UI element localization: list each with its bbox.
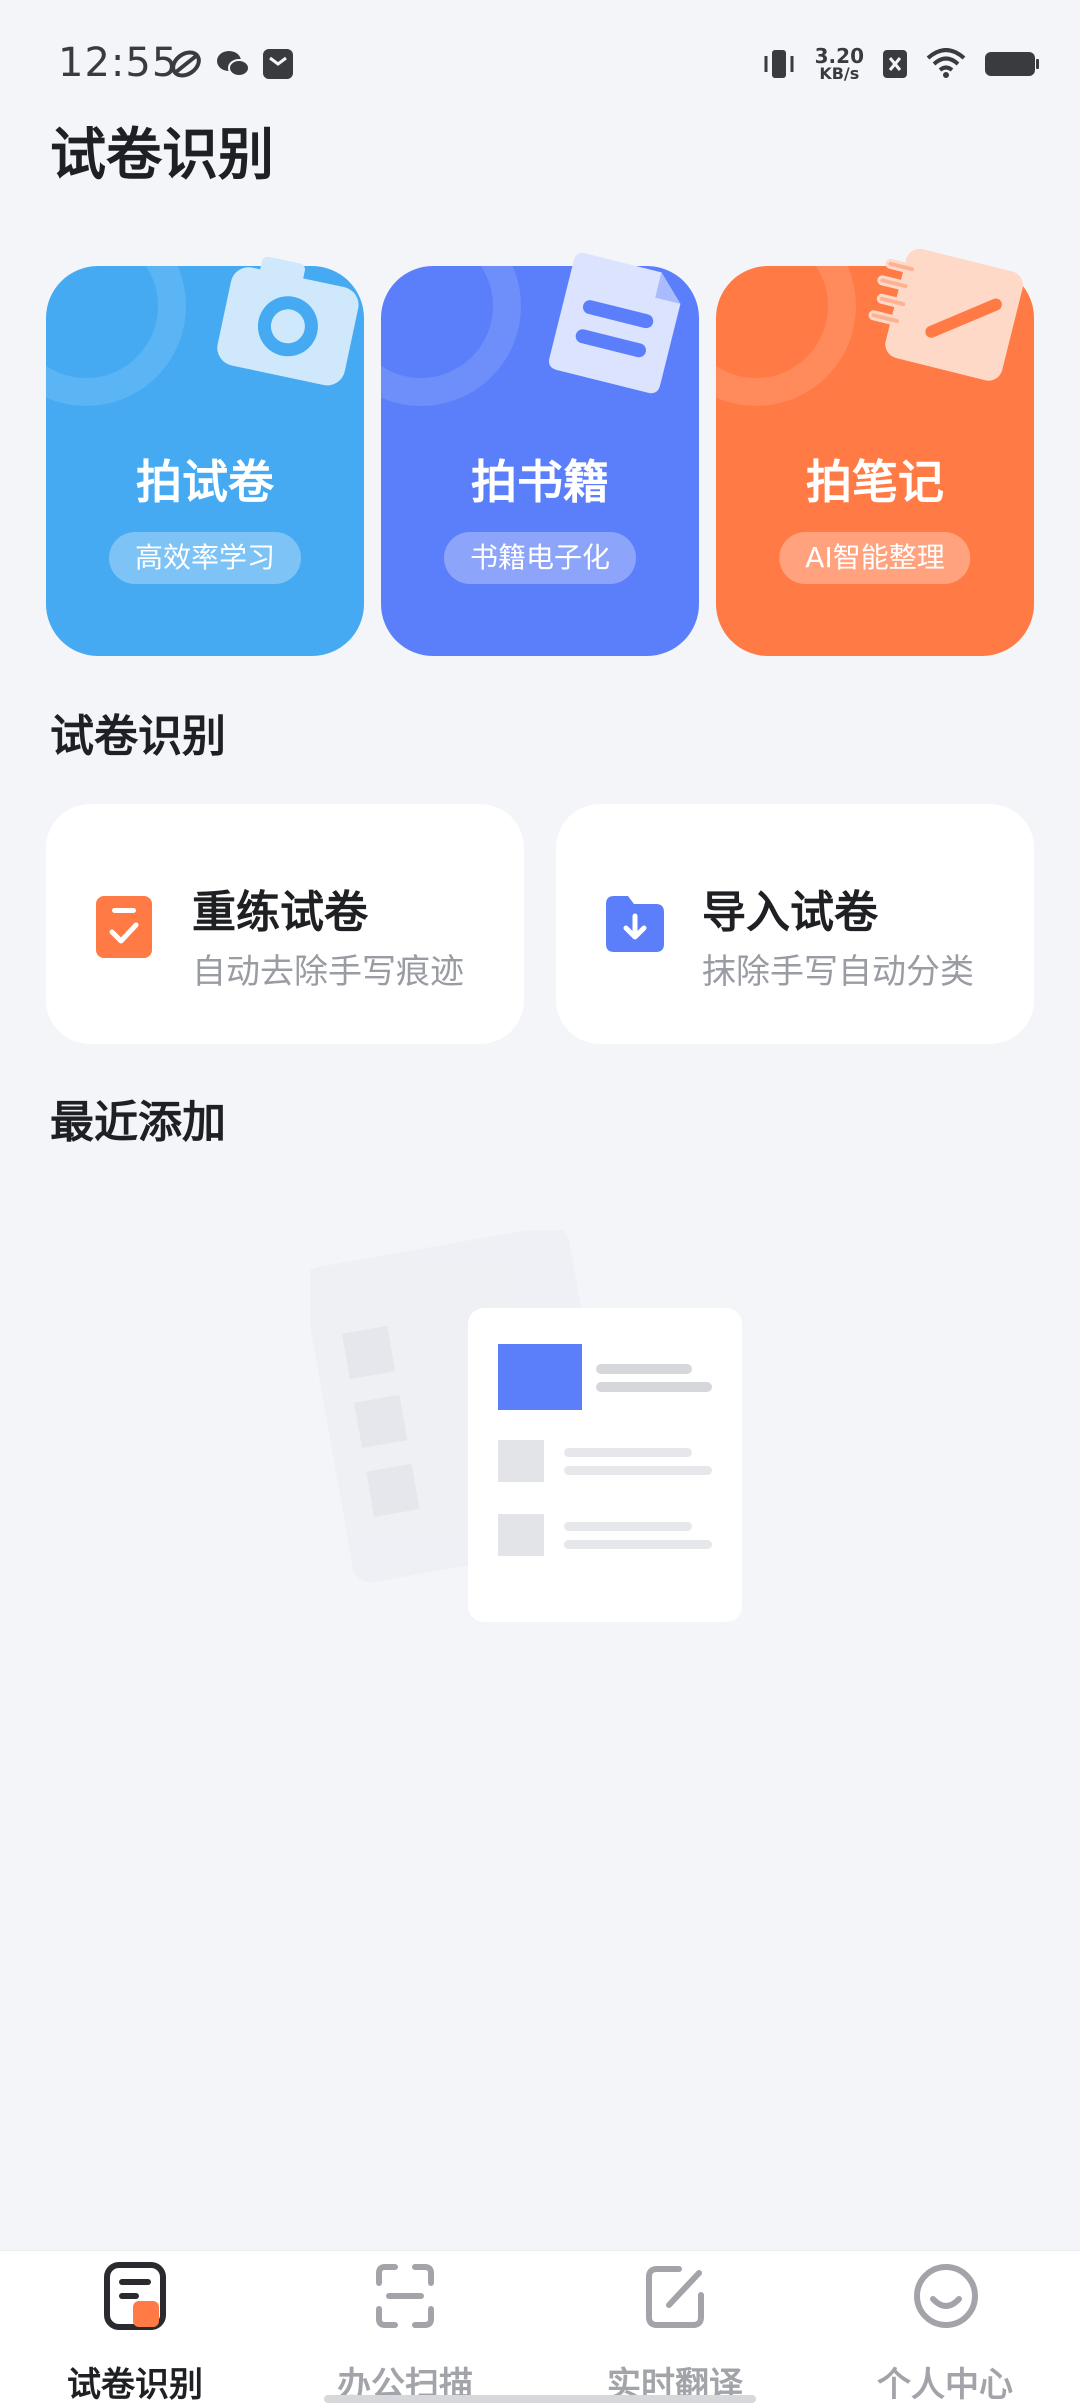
empty-state-illustration bbox=[310, 1230, 742, 1622]
battery-icon bbox=[985, 52, 1039, 76]
network-speed: 3.20 KB/s bbox=[815, 46, 864, 82]
section-title-recent: 最近添加 bbox=[50, 1097, 226, 1148]
tile-subtitle: 自动去除手写痕迹 bbox=[192, 952, 464, 992]
bottom-nav: 试卷识别 办公扫描 实时翻译 个人中心 bbox=[0, 2250, 1080, 2408]
network-speed-unit: KB/s bbox=[819, 64, 860, 83]
status-time: 12:55 bbox=[58, 40, 179, 86]
import-exam-tile[interactable]: 导入试卷 抹除手写自动分类 bbox=[556, 804, 1034, 1044]
nav-tab-translate[interactable]: 实时翻译 bbox=[540, 2251, 810, 2408]
nav-label: 个人中心 bbox=[877, 2365, 1013, 2405]
page-title: 试卷识别 bbox=[50, 123, 274, 188]
message-icon bbox=[263, 49, 293, 79]
nav-tab-scan[interactable]: 办公扫描 bbox=[270, 2251, 540, 2408]
wifi-icon bbox=[926, 48, 966, 78]
wechat-icon bbox=[217, 51, 250, 77]
home-indicator[interactable] bbox=[324, 2395, 756, 2403]
pen-note-icon bbox=[868, 248, 1023, 381]
folder-import-icon bbox=[606, 896, 664, 952]
edit-icon bbox=[646, 2266, 704, 2328]
feature-card-exam[interactable]: 拍试卷 高效率学习 bbox=[46, 256, 364, 656]
profile-icon bbox=[914, 2264, 978, 2328]
nav-label: 试卷识别 bbox=[67, 2365, 203, 2405]
feature-card-title: 拍试卷 bbox=[136, 455, 274, 509]
tile-title: 重练试卷 bbox=[192, 887, 368, 938]
exam-icon bbox=[104, 2262, 166, 2330]
camera-icon bbox=[217, 256, 359, 386]
tile-title: 导入试卷 bbox=[702, 887, 878, 938]
section-title-exam: 试卷识别 bbox=[50, 711, 226, 762]
scan-icon bbox=[376, 2264, 434, 2328]
sim-off-icon bbox=[883, 50, 907, 78]
network-speed-value: 3.20 bbox=[814, 44, 864, 68]
status-bar: 12:55 3.20 KB/s bbox=[0, 0, 1080, 120]
retrain-exam-tile[interactable]: 重练试卷 自动去除手写痕迹 bbox=[46, 804, 524, 1044]
feature-card-title: 拍书籍 bbox=[471, 455, 609, 509]
app-notification-icon bbox=[171, 50, 201, 78]
feature-card-title: 拍笔记 bbox=[806, 455, 944, 509]
feature-card-tag: 书籍电子化 bbox=[443, 532, 637, 584]
nav-tab-exam[interactable]: 试卷识别 bbox=[0, 2251, 270, 2408]
vibrate-icon bbox=[764, 50, 794, 78]
nav-tab-profile[interactable]: 个人中心 bbox=[810, 2251, 1080, 2408]
feature-card-tag: 高效率学习 bbox=[108, 532, 302, 584]
feature-card-book[interactable]: 拍书籍 书籍电子化 bbox=[381, 253, 699, 656]
status-right: 3.20 KB/s bbox=[761, 42, 1040, 86]
feature-card-tag: AI智能整理 bbox=[779, 532, 971, 584]
clipboard-check-icon bbox=[96, 896, 152, 958]
document-icon bbox=[549, 253, 681, 394]
tile-subtitle: 抹除手写自动分类 bbox=[702, 952, 974, 992]
feature-card-note[interactable]: 拍笔记 AI智能整理 bbox=[716, 248, 1034, 656]
